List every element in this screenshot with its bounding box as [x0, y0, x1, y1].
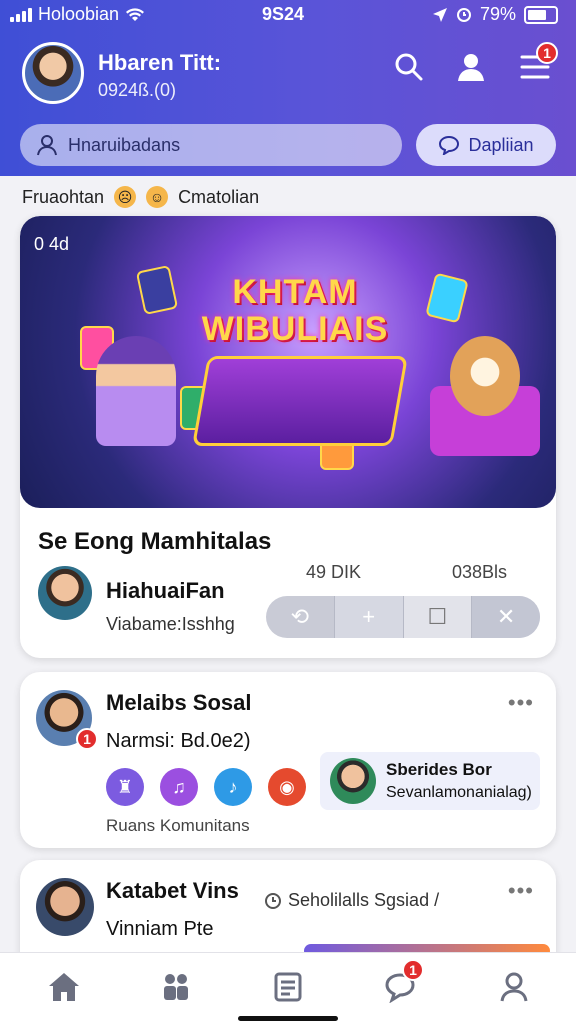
game-app-icon[interactable]: ♜: [106, 768, 144, 806]
messages-badge: 1: [402, 959, 424, 981]
profile-avatar[interactable]: [22, 42, 84, 104]
profile-button[interactable]: [454, 50, 488, 84]
game-board: [192, 356, 408, 446]
music-note-app-icon[interactable]: ♪: [214, 768, 252, 806]
target-app-icon[interactable]: ◉: [268, 768, 306, 806]
shared-profile-box[interactable]: Sberides Bor Sevanlamonanialag): [320, 752, 540, 810]
post-meta-text: Seholilalls Sgsiad /: [288, 890, 440, 910]
post-toolbar: ⟲ + ☐ ✕: [266, 596, 540, 638]
post-stat: 49 DIK: [306, 562, 362, 582]
avatar[interactable]: [36, 878, 94, 936]
music-app-icon[interactable]: ♫: [160, 768, 198, 806]
home-icon: [49, 973, 79, 1001]
search-input[interactable]: [68, 134, 368, 156]
profile-name: Hbaren Titt:: [98, 50, 222, 75]
avatar[interactable]: [38, 566, 92, 620]
community-label: Ruans Komunitans: [106, 816, 250, 835]
menu-button[interactable]: 1: [518, 42, 558, 84]
character-girl: [96, 336, 176, 446]
post-title: Se Eong Mamhitalas: [38, 528, 272, 555]
wifi-icon: [126, 7, 145, 21]
shared-profile-title: Sberides Bor: [386, 759, 492, 779]
more-options-button[interactable]: •••: [508, 878, 534, 904]
display-button-label: Dapliian: [468, 134, 534, 155]
game-card-icon: [135, 264, 179, 316]
game-card-icon: [425, 272, 469, 324]
section-label-right: Cmatolian: [178, 186, 260, 207]
clock-icon: [265, 892, 281, 909]
square-button[interactable]: ☐: [403, 596, 473, 638]
add-button[interactable]: +: [334, 596, 404, 638]
home-indicator: [238, 1016, 338, 1021]
app-icons: ♜ ♫ ♪ ◉: [106, 768, 306, 806]
nav-profile[interactable]: [494, 967, 534, 1007]
bottom-nav: 1: [0, 952, 576, 1024]
search-icon: [395, 53, 423, 81]
hero-title-line: KHTAM: [232, 273, 358, 311]
refresh-button[interactable]: ⟲: [266, 596, 335, 638]
chat-bubble-icon: [439, 135, 460, 155]
document-icon: [274, 972, 302, 1002]
hero-game-title: KHTAM WIBULIAIS: [190, 273, 400, 349]
post-card[interactable]: 1 Melaibs Sosal Narmsi: Bd.0e2) ••• ♜ ♫ …: [20, 672, 556, 848]
alarm-icon: [456, 7, 471, 22]
battery-percent: 79%: [479, 4, 516, 24]
post-title: Katabet Vins: [106, 878, 239, 903]
app-header: Holoobian 9S24 79% Hbaren Titt: 0924ß.(0…: [0, 0, 576, 176]
nav-friends[interactable]: [156, 967, 196, 1007]
location-arrow-icon: [432, 7, 447, 22]
search-bar[interactable]: [20, 124, 402, 166]
avatar: [330, 758, 376, 804]
section-label-left: Fruaohtan: [22, 186, 105, 207]
user-icon: [458, 54, 484, 81]
shared-profile-sub: Sevanlamonanialag): [386, 783, 532, 801]
post-stat: 038Bls: [452, 562, 508, 582]
post-meta: Seholilalls Sgsiad /: [264, 890, 439, 911]
post-subtitle: Narmsi: Bd.0e2): [106, 730, 251, 752]
avatar-badge: 1: [76, 728, 98, 750]
battery-icon: [524, 5, 558, 24]
status-time: 9S24: [262, 4, 305, 24]
post-title: Melaibs Sosal: [106, 690, 252, 715]
author-meta: Viabame:Isshhg: [106, 614, 235, 634]
signal-icon: [10, 7, 32, 22]
hero-timestamp: 0 4d: [34, 234, 70, 254]
hero-title-line: WIBULIAIS: [201, 310, 389, 349]
carrier-label: Holoobian: [38, 4, 120, 24]
emoji-icon: ☹: [114, 186, 137, 208]
nav-home[interactable]: [44, 967, 84, 1007]
friends-icon: [164, 974, 188, 1000]
emoji-icon: ☺: [146, 186, 169, 208]
author-name[interactable]: HiahuaiFan: [106, 578, 225, 604]
profile-subtitle: 0924ß.(0): [98, 80, 177, 100]
user-icon: [500, 972, 528, 1002]
nav-feed[interactable]: [268, 967, 308, 1007]
post-subtitle: Vinniam Pte: [106, 918, 214, 940]
status-bar: Holoobian 9S24 79%: [0, 4, 576, 26]
display-button[interactable]: Dapliian: [416, 124, 556, 166]
post-card[interactable]: 0 4d KHTAM WIBULIAIS Se Eong Mamhitalas …: [20, 216, 556, 658]
user-search-icon: [37, 135, 57, 156]
notification-badge: 1: [536, 42, 558, 64]
post-hero-image[interactable]: 0 4d KHTAM WIBULIAIS: [20, 216, 556, 508]
shared-profile-text: Sberides Bor Sevanlamonanialag): [386, 759, 532, 804]
nav-messages[interactable]: 1: [380, 959, 424, 1007]
character-dog: [450, 336, 520, 416]
close-button[interactable]: ✕: [472, 596, 540, 638]
more-options-button[interactable]: •••: [508, 690, 534, 716]
search-button[interactable]: [392, 50, 426, 84]
feed-section-header: Fruaohtan ☹ ☺ Cmatolian: [22, 186, 259, 208]
